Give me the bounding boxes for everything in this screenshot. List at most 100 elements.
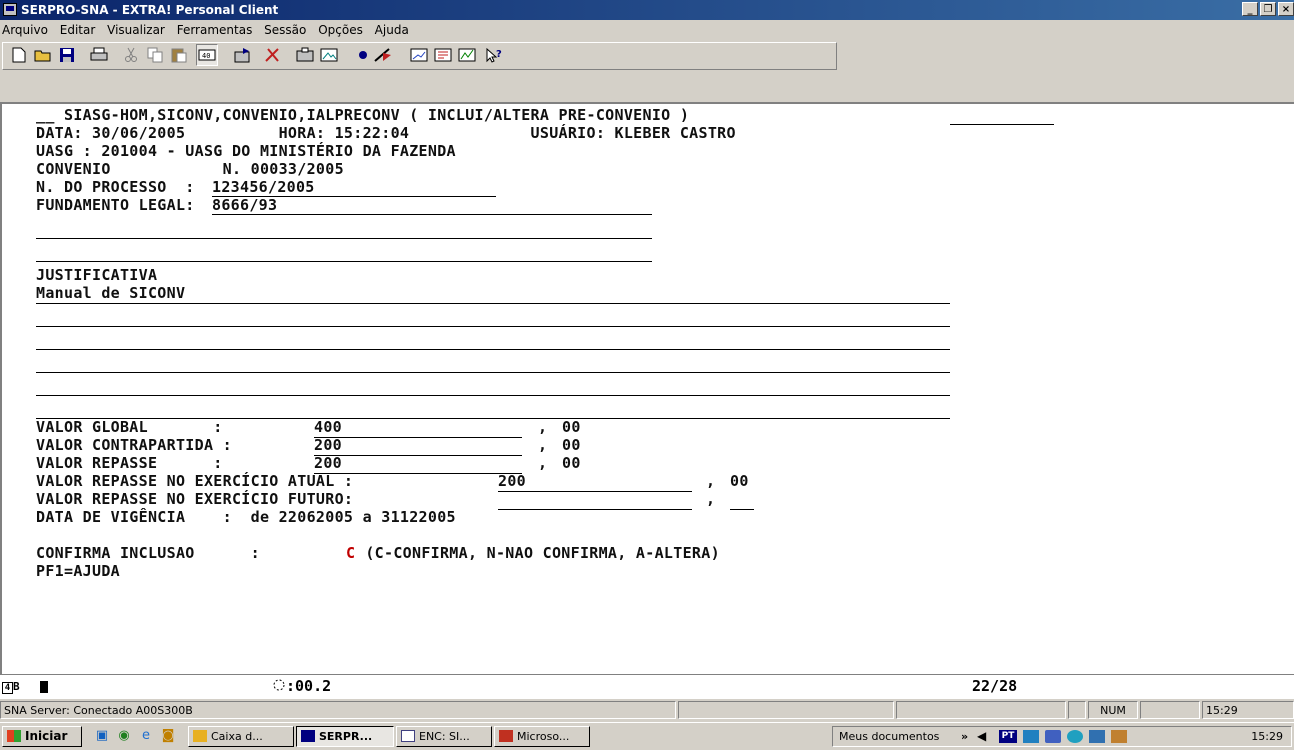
title-bar: SERPRO-SNA - EXTRA! Personal Client _ ❐ … bbox=[0, 0, 1294, 20]
language-indicator[interactable]: PT bbox=[999, 730, 1017, 743]
start-label: Iniciar bbox=[25, 729, 68, 743]
confirma-field[interactable]: C bbox=[346, 545, 355, 562]
justificativa-label: JUSTIFICATIVA bbox=[36, 266, 158, 284]
tools-icon[interactable] bbox=[262, 44, 284, 66]
tray-app-icon[interactable] bbox=[1111, 730, 1127, 743]
repasse-atual-cents[interactable]: 00 bbox=[730, 473, 749, 490]
mode-label: B bbox=[13, 680, 20, 693]
fundamento-field[interactable]: 8666/93 bbox=[212, 197, 277, 214]
terminal-screen[interactable]: __ SIASG-HOM,SICONV,CONVENIO,IALPRECONV … bbox=[0, 102, 1294, 674]
network-icon[interactable] bbox=[1023, 730, 1039, 743]
antivirus-icon[interactable] bbox=[1067, 730, 1083, 743]
valor-global-label: VALOR GLOBAL : bbox=[36, 418, 232, 436]
options-icon[interactable] bbox=[432, 44, 454, 66]
maximize-button[interactable]: ❐ bbox=[1260, 2, 1276, 16]
convenio-line: CONVENIO N. 00033/2005 bbox=[36, 160, 344, 178]
menu-sessao[interactable]: Sessão bbox=[260, 20, 310, 40]
messenger-icon[interactable] bbox=[1045, 730, 1061, 743]
new-icon[interactable] bbox=[8, 44, 30, 66]
justificativa-line-2[interactable] bbox=[36, 326, 950, 327]
cut-icon[interactable] bbox=[120, 44, 142, 66]
status-time: 15:29 bbox=[1202, 701, 1294, 719]
valor-global-field[interactable]: 400 bbox=[314, 419, 342, 436]
confirma-label: CONFIRMA INCLUSAO : bbox=[36, 544, 270, 562]
processo-field[interactable]: 123456/2005 bbox=[212, 179, 315, 196]
media-player-icon[interactable]: ◉ bbox=[116, 728, 132, 744]
menu-visualizar[interactable]: Visualizar bbox=[103, 20, 169, 40]
task-serpro[interactable]: SERPR... bbox=[296, 726, 394, 747]
valor-contrapartida-sep: , bbox=[538, 436, 548, 454]
valor-contrapartida-label: VALOR CONTRAPARTIDA : bbox=[36, 436, 242, 454]
minimize-button[interactable]: _ bbox=[1242, 2, 1258, 16]
task-enc[interactable]: ENC: SI... bbox=[396, 726, 492, 747]
uasg-line: UASG : 201004 - UASG DO MINISTÉRIO DA FA… bbox=[36, 142, 456, 160]
justificativa-field[interactable]: Manual de SICONV bbox=[36, 285, 185, 302]
fundamento-line-3[interactable] bbox=[36, 261, 652, 262]
app-icon[interactable] bbox=[3, 3, 17, 16]
start-button[interactable]: Iniciar bbox=[2, 726, 82, 747]
menu-ferramentas[interactable]: Ferramentas bbox=[173, 20, 257, 40]
save-icon[interactable] bbox=[56, 44, 78, 66]
print-icon[interactable] bbox=[88, 44, 110, 66]
pf1-help: PF1=AJUDA bbox=[36, 562, 120, 580]
taskbar-clock: 15:29 bbox=[1251, 730, 1283, 743]
documents-toolbar[interactable]: Meus documentos bbox=[839, 727, 939, 746]
fundamento-line-2[interactable] bbox=[36, 238, 652, 239]
repasse-atual-field[interactable]: 200 bbox=[498, 473, 526, 490]
fundamento-label: FUNDAMENTO LEGAL: bbox=[36, 196, 204, 214]
timer-value: :00.2 bbox=[286, 677, 332, 695]
repasse-atual-label: VALOR REPASSE NO EXERCÍCIO ATUAL : bbox=[36, 472, 363, 490]
cursor-block bbox=[40, 681, 48, 693]
window-title: SERPRO-SNA - EXTRA! Personal Client bbox=[21, 3, 279, 17]
close-button[interactable]: × bbox=[1278, 2, 1294, 16]
paste-icon[interactable] bbox=[168, 44, 190, 66]
valor-contrapartida-cents[interactable]: 00 bbox=[562, 437, 581, 454]
cursor-position: 22/28 bbox=[972, 677, 1018, 695]
mail-task-icon bbox=[401, 730, 415, 742]
session-icon[interactable] bbox=[318, 44, 340, 66]
menu-arquivo[interactable]: Arquivo bbox=[0, 20, 52, 40]
justificativa-line-5[interactable] bbox=[36, 395, 950, 396]
speaker-icon[interactable]: ◀ bbox=[977, 730, 991, 743]
open-icon[interactable] bbox=[32, 44, 54, 66]
connection-status: SNA Server: Conectado A00S300B bbox=[0, 701, 676, 719]
justificativa-line-3[interactable] bbox=[36, 349, 950, 350]
confirma-hint: (C-CONFIRMA, N-NAO CONFIRMA, A-ALTERA) bbox=[356, 544, 720, 562]
show-desktop-icon[interactable]: ▣ bbox=[94, 728, 110, 744]
record-icon[interactable] bbox=[352, 44, 374, 66]
outlook-icon[interactable]: ◙ bbox=[160, 728, 176, 744]
valor-repasse-field[interactable]: 200 bbox=[314, 455, 342, 472]
valor-global-cents[interactable]: 00 bbox=[562, 419, 581, 436]
task-microsoft[interactable]: Microso... bbox=[494, 726, 590, 747]
send-file-icon[interactable] bbox=[232, 44, 254, 66]
copy-icon[interactable] bbox=[144, 44, 166, 66]
windows-logo-icon bbox=[7, 730, 21, 742]
repasse-futuro-field[interactable] bbox=[498, 509, 692, 510]
menu-editar[interactable]: Editar bbox=[56, 20, 100, 40]
system-tray: Meus documentos » ◀ PT 15:29 bbox=[832, 726, 1292, 747]
help-icon[interactable]: ? bbox=[484, 44, 506, 66]
valor-repasse-sep: , bbox=[538, 454, 548, 472]
mode-indicator: 4B bbox=[2, 680, 32, 694]
edit-icon[interactable] bbox=[408, 44, 430, 66]
repasse-futuro-cents[interactable] bbox=[730, 509, 754, 510]
valor-repasse-label: VALOR REPASSE : bbox=[36, 454, 232, 472]
toolbar-chevron-icon[interactable]: » bbox=[961, 727, 968, 746]
status-bar: SNA Server: Conectado A00S300B NUM 15:29 bbox=[0, 700, 1294, 720]
menu-bar: Arquivo Editar Visualizar Ferramentas Se… bbox=[0, 20, 1294, 40]
quick-pad-icon[interactable]: 40 bbox=[196, 44, 218, 66]
settings-icon[interactable] bbox=[456, 44, 478, 66]
connection-icon[interactable] bbox=[1089, 730, 1105, 743]
terminal-task-icon bbox=[301, 730, 315, 742]
valor-repasse-cents[interactable]: 00 bbox=[562, 455, 581, 472]
macro-icon[interactable] bbox=[294, 44, 316, 66]
toolbar: 40 ? bbox=[0, 40, 1294, 102]
justificativa-line-4[interactable] bbox=[36, 372, 950, 373]
internet-explorer-icon[interactable]: e bbox=[138, 728, 154, 744]
play-icon[interactable] bbox=[372, 44, 394, 66]
task-caixa[interactable]: Caixa d... bbox=[188, 726, 294, 747]
valor-contrapartida-field[interactable]: 200 bbox=[314, 437, 342, 454]
menu-opcoes[interactable]: Opções bbox=[314, 20, 367, 40]
powerpoint-task-icon bbox=[499, 730, 513, 742]
menu-ajuda[interactable]: Ajuda bbox=[371, 20, 413, 40]
